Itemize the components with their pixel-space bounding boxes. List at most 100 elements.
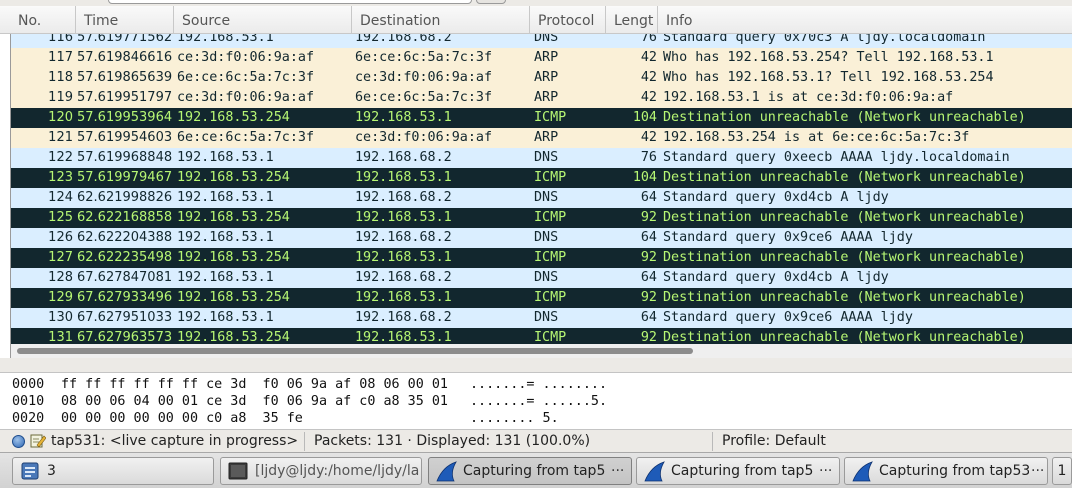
packet-cell-length: 64 [640,310,657,325]
packet-cell-source: 192.168.53.254 [177,210,290,225]
packet-row[interactable]: 119 57.619951797 ce:3d:f0:06:9a:af 6e:ce:6c… [11,88,1072,108]
packet-row[interactable]: 120 57.619953964 192.168.53.254 192.168.53.… [11,108,1072,128]
column-header-protocol[interactable]: Protocol [530,6,606,34]
packet-cell-info: Destination unreachable (Network unreach… [663,250,1026,265]
packet-cell-time: 57.619954603 [77,130,173,145]
packet-row[interactable]: 117 57.619846616 ce:3d:f0:06:9a:af 6e:ce:6c… [11,48,1072,68]
taskbar-item-tap531[interactable]: Capturing from tap531 ··· [428,457,632,485]
expert-info-icon[interactable] [12,435,25,448]
packet-cell-info: Destination unreachable (Network unreach… [663,170,1026,185]
packet-cell-source: ce:3d:f0:06:9a:af [177,50,315,65]
taskbar-item-terminal[interactable]: [ljdy@ljdy:/home/ljdy/lab/3] [220,457,422,485]
packet-cell-protocol: DNS [534,310,559,325]
packet-cell-source: ce:3d:f0:06:9a:af [177,90,315,105]
taskbar-item-label: Capturing from tap531 [463,463,605,479]
packet-cell-time: 67.627951033 [77,310,173,325]
packet-cell-length: 76 [640,34,657,45]
packet-cell-info: Destination unreachable (Network unreach… [663,330,1026,344]
packet-cell-time: 57.619846616 [77,50,173,65]
packet-cell-source: 192.168.53.254 [177,250,290,265]
column-header-length[interactable]: Lengt [606,6,658,34]
packet-cell-length: 92 [640,290,657,305]
hex-bytes: 08 00 06 04 00 01 ce 3d f0 06 9a af c0 a… [61,394,448,409]
packet-cell-info: Who has 192.168.53.254? Tell 192.168.53.… [663,50,994,65]
packet-row[interactable]: 130 67.627951033 192.168.53.1 192.168.68.2 D… [11,308,1072,328]
packet-cell-no: 125 [48,210,73,225]
packet-cell-no: 117 [48,50,73,65]
display-filter-input[interactable] [108,0,472,4]
packet-cell-no: 131 [48,330,73,344]
packet-cell-source: 192.168.53.254 [177,170,290,185]
packet-cell-info: Destination unreachable (Network unreach… [663,290,1026,305]
packet-cell-no: 129 [48,290,73,305]
packet-row[interactable]: 123 57.619979467 192.168.53.254 192.168.53.… [11,168,1072,188]
workspace-switcher[interactable]: 3 [12,457,214,485]
packet-list-scrollbar[interactable] [10,344,1072,358]
packet-row[interactable]: 121 57.619954603 6e:ce:6c:5a:7c:3f ce:3d:f0… [11,128,1072,148]
profile-status[interactable]: Profile: Default [722,430,922,453]
hex-bytes: 00 00 00 00 00 00 c0 a8 35 fe [61,411,303,426]
packet-cell-source: 192.168.53.254 [177,330,290,344]
packet-cell-no: 123 [48,170,73,185]
status-separator [712,432,713,451]
taskbar-item-tap532[interactable]: Capturing from tap532 ··· [636,457,840,485]
packet-cell-protocol: ARP [534,70,559,85]
packet-cell-length: 104 [632,170,657,185]
packet-cell-destination: 192.168.68.2 [355,190,452,205]
packet-cell-no: 119 [48,90,73,105]
packet-list[interactable]: 116 57.619771562 192.168.53.1 192.168.68.2 D… [10,34,1072,344]
taskbar-item-more: ··· [819,463,833,479]
packet-cell-no: 120 [48,110,73,125]
packet-cell-no: 118 [48,70,73,85]
packet-cell-no: 122 [48,150,73,165]
column-header-destination[interactable]: Destination [352,6,530,34]
packet-row[interactable]: 128 67.627847081 192.168.53.1 192.168.68.2 D… [11,268,1072,288]
packet-cell-source: 192.168.53.1 [177,270,274,285]
packet-cell-length: 92 [640,210,657,225]
wireshark-fin-icon [852,461,873,482]
taskbar-item-tap53gw[interactable]: Capturing from tap53gw ··· [844,457,1048,485]
taskbar-item-label: Capturing from tap53gw [879,463,1029,479]
packet-cell-info: Standard query 0xd4cb A ljdy [663,190,889,205]
terminal-icon [228,462,248,480]
packet-cell-length: 104 [632,110,657,125]
column-header-no[interactable]: No. [10,6,76,34]
packet-row[interactable]: 118 57.619865639 6e:ce:6c:5a:7c:3f ce:3d:f0… [11,68,1072,88]
packet-cell-protocol: ICMP [534,330,567,344]
column-header-time[interactable]: Time [76,6,174,34]
packet-row[interactable]: 126 62.622204388 192.168.53.1 192.168.68.2 D… [11,228,1072,248]
packet-bytes-pane[interactable]: 0000 ff ff ff ff ff ff ce 3d f0 06 9a af … [0,373,1072,429]
packet-cell-destination: 192.168.53.1 [355,210,452,225]
column-header-source[interactable]: Source [174,6,352,34]
packet-row[interactable]: 127 62.622235498 192.168.53.254 192.168.53.… [11,248,1072,268]
packet-row[interactable]: 131 67.627963573 192.168.53.254 192.168.53.… [11,328,1072,344]
packet-cell-info: Standard query 0x9ce6 AAAA ljdy [663,310,913,325]
packet-cell-time: 62.622204388 [77,230,173,245]
column-header-info[interactable]: Info [658,6,1072,34]
packet-row[interactable]: 122 57.619968848 192.168.53.1 192.168.68.2 D… [11,148,1072,168]
packet-cell-length: 42 [640,70,657,85]
packet-row[interactable]: 125 62.622168858 192.168.53.254 192.168.53.… [11,208,1072,228]
packet-cell-destination: 6e:ce:6c:5a:7c:3f [355,50,493,65]
packet-row[interactable]: 124 62.621998826 192.168.53.1 192.168.68.2 D… [11,188,1072,208]
packet-cell-source: 192.168.53.1 [177,230,274,245]
pane-splitter[interactable] [0,358,1072,373]
packet-row[interactable]: 129 67.627933496 192.168.53.254 192.168.53.… [11,288,1072,308]
taskbar-page-indicator[interactable]: 1 [1052,457,1072,485]
packet-row[interactable]: 116 57.619771562 192.168.53.1 192.168.68.2 D… [11,34,1072,48]
scrollbar-thumb[interactable] [17,348,693,354]
packet-cell-destination: 192.168.68.2 [355,34,452,45]
packet-cell-time: 62.622168858 [77,210,173,225]
filter-expression-button[interactable] [476,0,506,4]
capture-comment-icon[interactable] [30,433,46,449]
packet-cell-info: Standard query 0xd4cb A ljdy [663,270,889,285]
status-separator [304,432,305,451]
packet-cell-length: 42 [640,90,657,105]
packet-cell-length: 64 [640,230,657,245]
packet-cell-info: Destination unreachable (Network unreach… [663,110,1026,125]
packet-cell-time: 62.621998826 [77,190,173,205]
taskbar-item-more: ··· [1031,463,1045,479]
packet-cell-no: 121 [48,130,73,145]
packet-cell-protocol: DNS [534,230,559,245]
hex-ascii: ........ 5. [470,411,559,426]
